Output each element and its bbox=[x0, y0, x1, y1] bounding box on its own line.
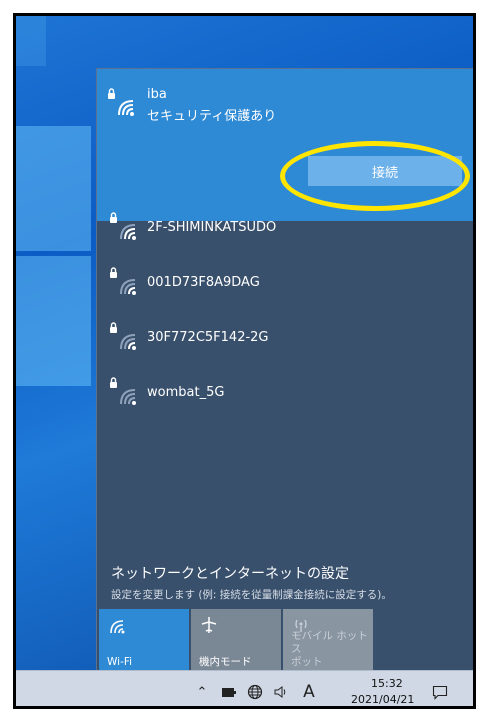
network-name: wombat_5G bbox=[147, 385, 225, 400]
network-globe-icon[interactable] bbox=[245, 681, 265, 703]
battery-icon[interactable] bbox=[220, 681, 238, 703]
network-name: iba bbox=[147, 87, 167, 102]
airplane-icon bbox=[201, 617, 217, 633]
secured-wifi-icon bbox=[110, 322, 136, 350]
clock-time[interactable]: 15:32 bbox=[371, 677, 403, 690]
mobile-hotspot-tile[interactable]: モバイル ホットス ポット bbox=[283, 609, 373, 677]
secured-wifi-icon bbox=[110, 212, 136, 240]
highlight-annotation bbox=[280, 141, 470, 211]
wifi-icon bbox=[110, 620, 125, 634]
action-center-icon[interactable] bbox=[430, 681, 450, 703]
clock-date[interactable]: 2021/04/21 bbox=[351, 693, 414, 706]
windows-logo-pane bbox=[16, 126, 91, 251]
network-name: 30F772C5F142-2G bbox=[147, 330, 269, 345]
taskbar: ⌃ A 15:32 2021/04/21 bbox=[16, 670, 473, 706]
show-hidden-icons-chevron-icon[interactable]: ⌃ bbox=[194, 681, 210, 703]
secured-wifi-icon bbox=[108, 88, 134, 116]
network-list-item[interactable]: 001D73F8A9DAG bbox=[97, 257, 473, 309]
airplane-mode-tile[interactable]: 機内モード bbox=[191, 609, 281, 677]
network-name: 001D73F8A9DAG bbox=[147, 275, 260, 290]
network-security-status: セキュリティ保護あり bbox=[147, 109, 277, 124]
tile-label: Wi-Fi bbox=[107, 655, 133, 668]
network-flyout: iba セキュリティ保護あり 接続 2F-SHIMINKATSUDO 001D7… bbox=[96, 68, 473, 677]
selected-network-item[interactable]: iba セキュリティ保護あり 接続 bbox=[97, 69, 473, 221]
secured-wifi-icon bbox=[110, 377, 136, 405]
windows-logo-pane bbox=[16, 256, 91, 386]
windows-logo-pane bbox=[16, 16, 46, 66]
tile-label: 機内モード bbox=[199, 655, 252, 668]
network-settings-link[interactable]: ネットワークとインターネットの設定 bbox=[111, 563, 349, 583]
network-list-item[interactable]: 30F772C5F142-2G bbox=[97, 312, 473, 364]
network-list-item[interactable]: 2F-SHIMINKATSUDO bbox=[97, 202, 473, 254]
wifi-toggle-tile[interactable]: Wi-Fi bbox=[99, 609, 189, 677]
network-name: 2F-SHIMINKATSUDO bbox=[147, 220, 277, 235]
network-list-item[interactable]: wombat_5G bbox=[97, 367, 473, 419]
ime-mode-indicator[interactable]: A bbox=[301, 681, 317, 703]
tile-label: モバイル ホットス ポット bbox=[291, 629, 368, 668]
screenshot-frame: iba セキュリティ保護あり 接続 2F-SHIMINKATSUDO 001D7… bbox=[13, 13, 476, 709]
secured-wifi-icon bbox=[110, 267, 136, 295]
network-settings-description: 設定を変更します (例: 接続を従量制課金接続に設定する)。 bbox=[111, 589, 392, 601]
volume-icon[interactable] bbox=[271, 681, 291, 703]
